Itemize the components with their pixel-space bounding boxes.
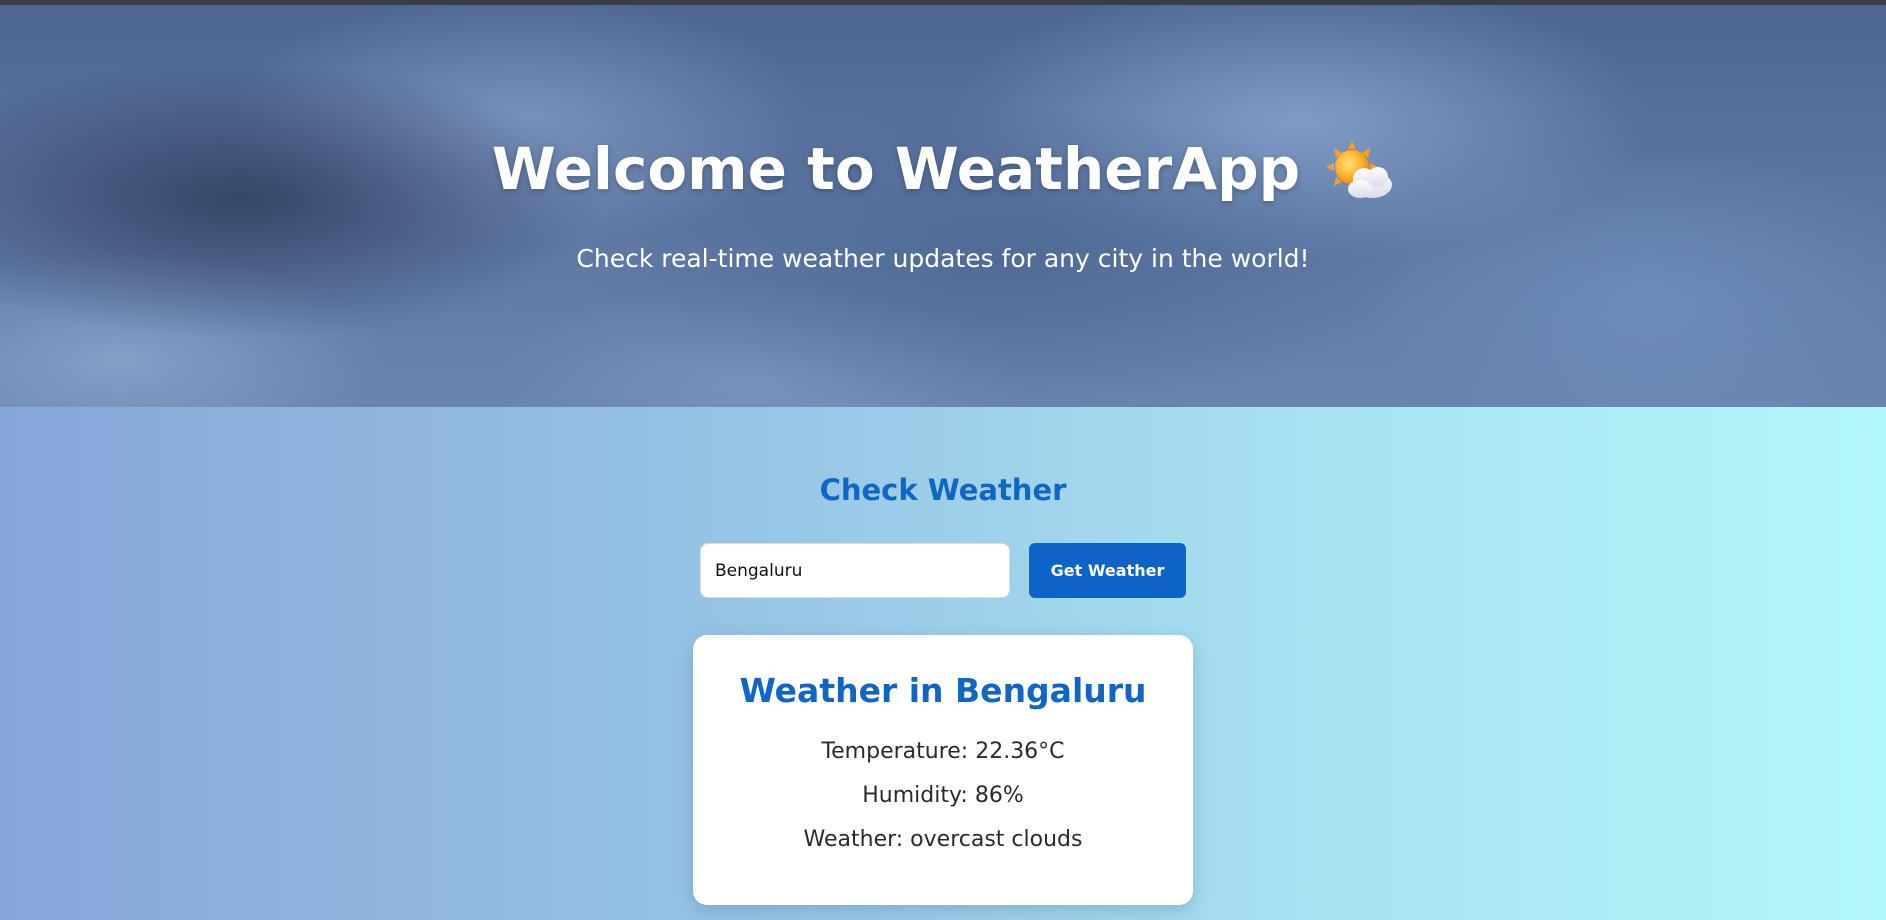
temperature-text: Temperature: 22.36°C	[821, 739, 1065, 764]
weather-description-text: Weather: overcast clouds	[803, 827, 1083, 852]
weather-section: Check Weather Get Weather Weather in Ben…	[0, 407, 1886, 920]
weather-result-card: Weather in Bengaluru Temperature: 22.36°…	[693, 635, 1193, 905]
hero-banner: Welcome to WeatherApp Check real-time we…	[0, 0, 1886, 407]
weather-result-title: Weather in Bengaluru	[739, 671, 1147, 710]
page-title: Welcome to WeatherApp	[491, 135, 1301, 203]
check-weather-heading: Check Weather	[819, 473, 1067, 507]
get-weather-button[interactable]: Get Weather	[1029, 543, 1186, 598]
hero-title-row: Welcome to WeatherApp	[0, 135, 1886, 203]
hero-subtitle: Check real-time weather updates for any …	[576, 244, 1310, 273]
humidity-text: Humidity: 86%	[862, 783, 1024, 808]
sun-behind-cloud-icon	[1324, 139, 1394, 203]
city-search-input[interactable]	[700, 543, 1010, 598]
window-top-border	[0, 0, 1886, 5]
